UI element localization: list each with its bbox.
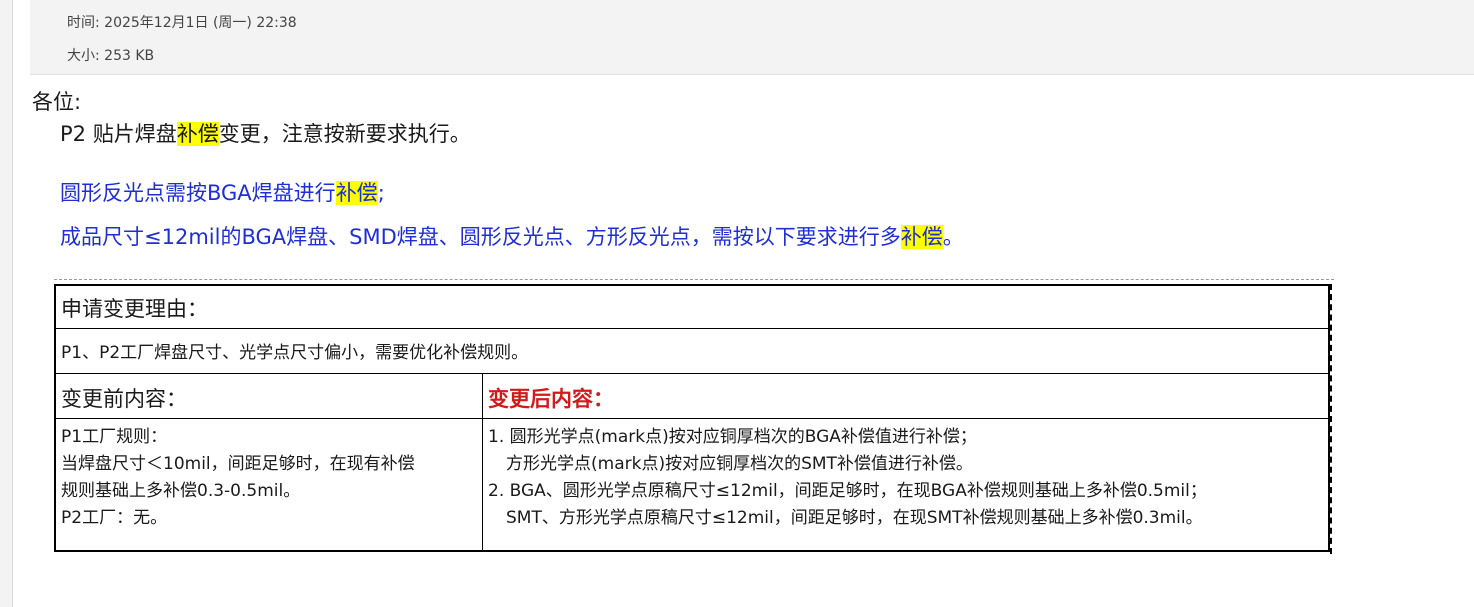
after-content: 1. 圆形光学点(mark点)按对应铜厚档次的BGA补偿值进行补偿； 方形光学点…	[488, 424, 1207, 532]
message-line-1: P2 贴片焊盘补偿变更，注意按新要求执行。	[60, 118, 471, 148]
before-line-4: P2工厂：无。	[61, 508, 168, 528]
change-notice-table: 申请变更理由： P1、P2工厂焊盘尺寸、光学点尺寸偏小，需要优化补偿规则。 变更…	[54, 284, 1330, 552]
before-header: 变更前内容：	[61, 387, 187, 411]
table-row-reason: P1、P2工厂焊盘尺寸、光学点尺寸偏小，需要优化补偿规则。	[56, 329, 1328, 374]
before-line-2: 当焊盘尺寸＜10mil，间距足够时，在现有补偿	[61, 454, 415, 474]
reason-title: 申请变更理由：	[61, 297, 208, 321]
after-line-2: 方形光学点(mark点)按对应铜厚档次的SMT补偿值进行补偿。	[506, 454, 973, 474]
reason-text: P1、P2工厂焊盘尺寸、光学点尺寸偏小，需要优化补偿规则。	[61, 343, 529, 363]
line3-prefix: 成品尺寸≤12mil的BGA焊盘、SMD焊盘、圆形反光点、方形反光点，需按以下要…	[60, 225, 901, 249]
line1-prefix: P2 贴片焊盘	[60, 122, 177, 146]
attachment-meta-panel: 时间: 2025年12月1日 (周一) 22:38 大小: 253 KB	[30, 0, 1474, 75]
after-line-3: 2. BGA、圆形光学点原稿尺寸≤12mil，间距足够时，在现BGA补偿规则基础…	[488, 481, 1207, 501]
left-gutter	[0, 0, 13, 607]
line2-highlight: 补偿	[335, 181, 378, 205]
column-divider	[482, 374, 483, 418]
line1-highlight: 补偿	[176, 122, 219, 146]
table-right-dashes	[1330, 284, 1332, 554]
message-line-2: 圆形反光点需按BGA焊盘进行补偿;	[60, 177, 385, 207]
before-line-3: 规则基础上多补偿0.3-0.5mil。	[61, 481, 301, 501]
column-divider	[482, 419, 483, 552]
after-header: 变更后内容：	[488, 387, 614, 411]
line3-suffix: 。	[942, 225, 964, 249]
before-line-1: P1工厂规则：	[61, 427, 168, 447]
email-reading-pane: 时间: 2025年12月1日 (周一) 22:38 大小: 253 KB 各位:…	[0, 0, 1474, 607]
attachment-size: 大小: 253 KB	[67, 48, 155, 64]
line2-prefix: 圆形反光点需按BGA焊盘进行	[60, 181, 336, 205]
line3-highlight: 补偿	[900, 225, 943, 249]
message-line-3: 成品尺寸≤12mil的BGA焊盘、SMD焊盘、圆形反光点、方形反光点，需按以下要…	[60, 221, 964, 251]
table-row-headers: 变更前内容： 变更后内容：	[56, 374, 1328, 419]
greeting: 各位:	[32, 90, 82, 114]
after-line-1: 1. 圆形光学点(mark点)按对应铜厚档次的BGA补偿值进行补偿；	[488, 427, 977, 447]
table-row-content: P1工厂规则： 当焊盘尺寸＜10mil，间距足够时，在现有补偿 规则基础上多补偿…	[56, 419, 1328, 552]
table-row-reason-title: 申请变更理由：	[56, 286, 1328, 329]
after-line-4: SMT、方形光学点原稿尺寸≤12mil，间距足够时，在现SMT补偿规则基础上多补…	[506, 508, 1203, 528]
attachment-time: 时间: 2025年12月1日 (周一) 22:38	[67, 15, 297, 31]
line2-suffix: ;	[377, 181, 385, 205]
before-content: P1工厂规则： 当焊盘尺寸＜10mil，间距足够时，在现有补偿 规则基础上多补偿…	[61, 424, 415, 532]
line1-suffix: 变更，注意按新要求执行。	[218, 122, 471, 146]
